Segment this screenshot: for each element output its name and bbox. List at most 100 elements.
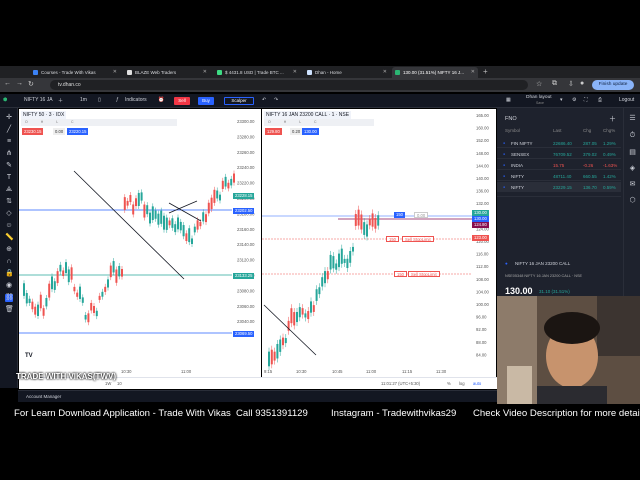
layout-dropdown-icon[interactable]: ▾ — [560, 97, 563, 103]
log-toggle[interactable]: log — [459, 381, 465, 386]
watchlist-icon[interactable]: ☰ — [628, 114, 637, 123]
interval-select[interactable]: 1m — [80, 97, 87, 103]
layout-icon[interactable]: ▦ — [506, 97, 511, 103]
watchlist-row[interactable]: ● FIN NIFTY 22686.40 287.05 1.29% — [497, 138, 621, 148]
indicators-icon[interactable]: ƒ — [116, 97, 119, 103]
sell-price-box[interactable]: 129.80 — [265, 128, 282, 135]
url-field[interactable]: tv.dhan.co — [50, 80, 528, 90]
watchlist-last: 23229.15 — [553, 185, 572, 190]
star-icon[interactable]: ☆ — [536, 80, 542, 88]
col-chg-pct[interactable]: Chg% — [603, 128, 615, 133]
alert-icon[interactable]: ⏰ — [158, 97, 164, 103]
buy-price-box[interactable]: 23220.15 — [67, 128, 89, 135]
order-qty-badge[interactable]: 150 — [386, 236, 399, 242]
trend-line-icon[interactable]: ╱ — [5, 126, 13, 134]
horizontal-line-icon[interactable]: ≡ — [5, 138, 13, 146]
redo-icon[interactable]: ↷ — [274, 97, 278, 103]
profile-icon[interactable]: ● — [580, 80, 584, 87]
settings-icon[interactable]: ⚙ — [572, 97, 576, 103]
logout-button[interactable]: Logout — [619, 97, 634, 103]
shapes-icon[interactable]: ◇ — [5, 210, 13, 218]
back-icon[interactable]: ← — [4, 80, 11, 87]
col-chg[interactable]: Chg — [583, 128, 591, 133]
order-type-badge[interactable]: Sell StopLimit — [408, 271, 440, 277]
trash-icon[interactable]: 🗑 — [5, 306, 14, 314]
col-symbol[interactable]: Symbol — [505, 128, 520, 133]
magnet-icon[interactable]: ∩ — [5, 258, 13, 266]
sell-price-box[interactable]: 23230.15 — [22, 128, 44, 135]
text-icon[interactable]: T — [5, 174, 13, 182]
alerts-icon[interactable]: ⏱ — [628, 132, 637, 141]
candle-body — [340, 248, 343, 264]
watchlist-change: 287.05 — [583, 141, 597, 146]
finish-update-button[interactable]: Finish update — [592, 80, 634, 90]
snapshot-icon[interactable]: ⎙ — [598, 97, 602, 103]
forward-icon[interactable]: → — [16, 80, 23, 87]
watchlist-row[interactable]: ● SENSEX 76709.52 379.02 0.49% — [497, 149, 621, 159]
fullscreen-icon[interactable]: ⛶ — [584, 97, 588, 103]
scalper-button[interactable]: Scalper — [224, 97, 254, 105]
watchlist-row[interactable]: ● NIFTY 48711.40 660.55 1.42% — [497, 171, 621, 181]
browser-tab[interactable]: BLAZE Web Traders ✕ — [124, 67, 210, 78]
close-tab-icon[interactable]: ✕ — [113, 69, 117, 75]
crosshair-icon[interactable]: ✛ — [5, 114, 13, 122]
candle-body — [157, 213, 160, 225]
link-icon[interactable]: ⛓ — [5, 294, 14, 302]
news-icon[interactable]: ▤ — [628, 148, 637, 157]
prediction-icon[interactable]: ⇅ — [5, 198, 13, 206]
option-chart-canvas[interactable]: 165.00 160.00 152.00 148.00 144.00 140.00 136.… — [262, 109, 496, 377]
range-1w[interactable]: 1W — [105, 381, 111, 386]
add-symbol-icon[interactable]: ＋ — [58, 97, 63, 104]
layers-icon[interactable]: ◈ — [628, 164, 637, 173]
browser-tab[interactable]: Dhan - Home ✕ — [304, 67, 390, 78]
percent-toggle[interactable]: % — [447, 381, 451, 386]
close-tab-icon[interactable]: ✕ — [293, 69, 297, 75]
index-chart-pane[interactable]: 23300.00 23280.00 23260.00 23240.00 23220.00… — [19, 109, 261, 377]
browser-tab[interactable]: Courses - Trade With Vikas ✕ — [30, 67, 120, 78]
zoom-in-icon[interactable]: ⊕ — [5, 246, 13, 254]
watchlist-row[interactable]: ● NIFTY 23229.15 136.70 0.59% — [497, 182, 621, 192]
index-chart-canvas[interactable]: 23300.00 23280.00 23260.00 23240.00 23220.00… — [19, 109, 261, 377]
buy-price-box[interactable]: 130.00 — [302, 128, 319, 135]
account-manager-bar[interactable]: Account Manager — [18, 390, 497, 402]
lock-icon[interactable]: 🔒 — [5, 270, 14, 278]
col-last[interactable]: Last — [553, 128, 562, 133]
watchlist-row[interactable]: ● INDIA 15.75 -0.26 -1.63% — [497, 160, 621, 170]
ruler-icon[interactable]: 📏 — [5, 234, 14, 242]
pattern-icon[interactable]: ⟁ — [5, 186, 13, 194]
watchlist-last: 76709.52 — [553, 152, 572, 157]
browser-tab[interactable]: $ 4431.8 USD | Trade BTC ... ✕ — [214, 67, 300, 78]
notifications-icon[interactable]: ⬡ — [628, 196, 637, 205]
order-qty-badge[interactable]: 150 — [394, 271, 407, 277]
close-tab-icon[interactable]: ✕ — [383, 69, 387, 75]
browser-tab-active[interactable]: 130.00 (31.51%) NIFTY 16 J... ✕ — [392, 67, 478, 78]
layout-name[interactable]: Dhan layout — [526, 95, 552, 100]
downloads-icon[interactable]: ⇩ — [568, 80, 574, 88]
auto-toggle[interactable]: auto — [473, 381, 481, 386]
option-chart-pane[interactable]: 165.00 160.00 152.00 148.00 144.00 140.00 136.… — [262, 109, 496, 377]
undo-icon[interactable]: ↶ — [262, 97, 266, 103]
add-symbol-icon[interactable]: ＋ — [609, 114, 616, 124]
close-tab-icon[interactable]: ✕ — [203, 69, 207, 75]
emoji-icon[interactable]: ☺ — [5, 222, 13, 230]
reload-icon[interactable]: ↻ — [28, 80, 34, 88]
eye-icon[interactable]: ◉ — [5, 282, 13, 290]
brush-icon[interactable]: ✎ — [5, 162, 13, 170]
fib-icon[interactable]: ⋔ — [5, 150, 13, 158]
watchlist-title[interactable]: FNO — [505, 116, 517, 122]
buy-button[interactable]: Buy — [198, 97, 214, 105]
sell-button[interactable]: Sell — [174, 97, 190, 105]
new-tab-button[interactable]: + — [483, 67, 488, 76]
chart-type-icon[interactable]: ▯ — [98, 97, 101, 103]
chat-icon[interactable]: ✉ — [628, 180, 637, 189]
extensions-icon[interactable]: ⧉ — [552, 80, 557, 88]
order-price-badge[interactable]: 0.00 — [414, 212, 429, 218]
order-type-badge[interactable]: Sell StopLimit — [402, 236, 434, 242]
indicators-button[interactable]: Indicators — [125, 97, 147, 103]
close-tab-icon[interactable]: ✕ — [471, 69, 475, 75]
symbol-search[interactable]: NIFTY 16 JA — [24, 97, 53, 103]
order-qty-badge[interactable]: 150 — [394, 212, 405, 218]
account-manager-label[interactable]: Account Manager — [26, 394, 61, 399]
layout-save[interactable]: Save — [536, 101, 544, 105]
range-10[interactable]: 10 — [117, 381, 122, 386]
